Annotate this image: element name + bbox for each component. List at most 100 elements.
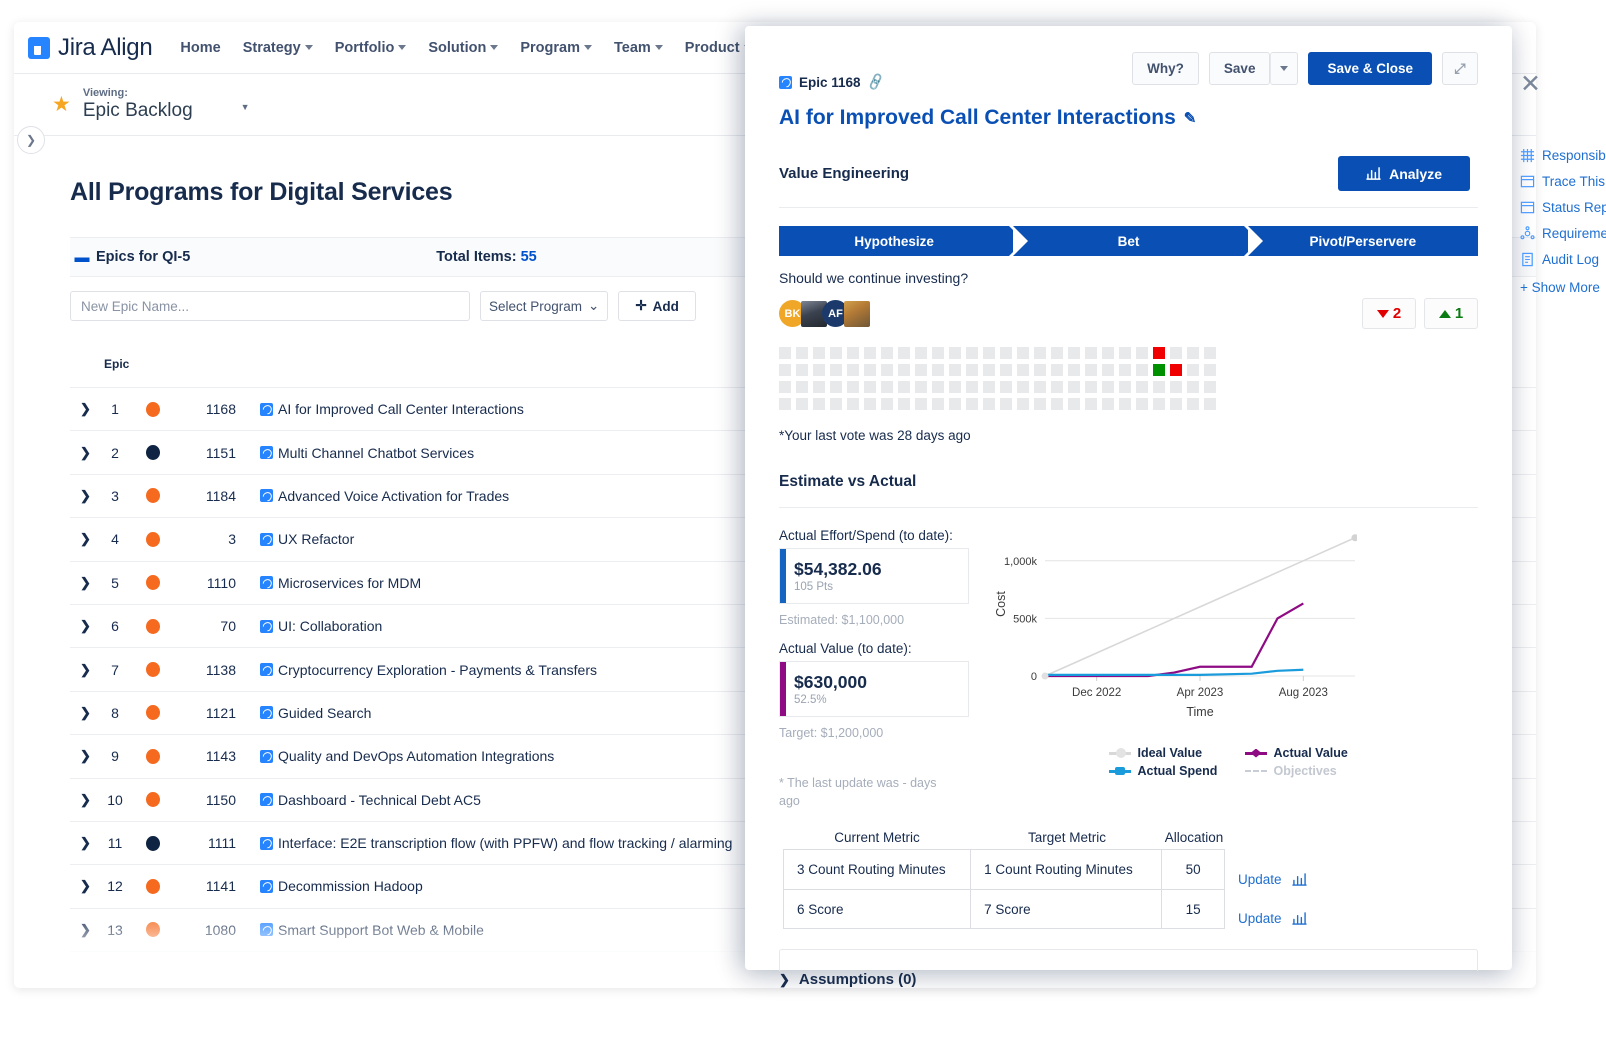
bar-chart-icon[interactable] <box>1292 873 1307 886</box>
heatmap-cell[interactable] <box>898 347 910 359</box>
heatmap-cell[interactable] <box>1204 398 1216 410</box>
heatmap-cell[interactable] <box>966 398 978 410</box>
link-icon[interactable]: 🔗 <box>865 72 886 93</box>
row-expand-icon[interactable]: ❯ <box>70 531 100 547</box>
nav-item-home[interactable]: Home <box>180 40 220 56</box>
nav-item-product[interactable]: Product <box>685 40 752 56</box>
heatmap-cell[interactable] <box>796 347 808 359</box>
row-epic-name[interactable]: Guided Search <box>236 705 371 721</box>
heatmap-cell[interactable] <box>796 364 808 376</box>
heatmap-cell[interactable] <box>1204 347 1216 359</box>
heatmap-cell[interactable] <box>898 381 910 393</box>
row-expand-icon[interactable]: ❯ <box>70 445 100 461</box>
heatmap-cell[interactable] <box>830 381 842 393</box>
heatmap-cell[interactable] <box>1085 381 1097 393</box>
select-program-dropdown[interactable]: Select Program⌄ <box>480 291 608 321</box>
why-button[interactable]: Why? <box>1132 52 1199 85</box>
side-link-status-report[interactable]: Status Report <box>1520 200 1606 215</box>
row-expand-icon[interactable]: ❯ <box>70 618 100 634</box>
metric-update-action[interactable]: Update <box>1238 911 1307 926</box>
metric-update-action[interactable]: Update <box>1238 872 1307 887</box>
stage-pivot-perservere[interactable]: Pivot/Perservere <box>1248 226 1478 256</box>
side-link-audit-log[interactable]: Audit Log <box>1520 252 1606 267</box>
heatmap-cell[interactable] <box>1068 347 1080 359</box>
heatmap-cell[interactable] <box>847 347 859 359</box>
side-link-responsibility-matrix[interactable]: Responsibility Matrix <box>1520 148 1606 163</box>
heatmap-cell[interactable] <box>1085 347 1097 359</box>
heatmap-cell[interactable] <box>881 364 893 376</box>
row-epic-name[interactable]: Cryptocurrency Exploration - Payments & … <box>236 662 597 678</box>
new-epic-name-input[interactable] <box>70 291 470 321</box>
heatmap-cell[interactable] <box>1153 398 1165 410</box>
heatmap-cell[interactable] <box>1051 347 1063 359</box>
heatmap-cell[interactable] <box>932 381 944 393</box>
heatmap-cell[interactable] <box>813 381 825 393</box>
heatmap-cell[interactable] <box>796 398 808 410</box>
heatmap-cell[interactable] <box>983 381 995 393</box>
heatmap-cell[interactable] <box>1187 364 1199 376</box>
heatmap-cell[interactable] <box>881 381 893 393</box>
row-expand-icon[interactable]: ❯ <box>70 662 100 678</box>
heatmap-cell[interactable] <box>932 398 944 410</box>
heatmap-cell[interactable] <box>1017 381 1029 393</box>
heatmap-cell[interactable] <box>1000 381 1012 393</box>
save-dropdown-button[interactable] <box>1270 52 1298 85</box>
nav-item-strategy[interactable]: Strategy <box>243 40 313 56</box>
heatmap-cell[interactable] <box>813 398 825 410</box>
heatmap-cell[interactable] <box>779 347 791 359</box>
heatmap-cell[interactable] <box>949 381 961 393</box>
heatmap-cell[interactable] <box>1119 364 1131 376</box>
close-icon[interactable]: ✕ <box>1520 72 1541 97</box>
heatmap-cell[interactable] <box>1034 347 1046 359</box>
add-epic-button[interactable]: ✛Add <box>618 291 696 321</box>
heatmap-cell[interactable] <box>1187 381 1199 393</box>
heatmap-cell[interactable] <box>847 398 859 410</box>
heatmap-cell[interactable] <box>1017 347 1029 359</box>
row-expand-icon[interactable]: ❯ <box>70 401 100 417</box>
update-link[interactable]: Update <box>1238 911 1282 926</box>
row-epic-name[interactable]: AI for Improved Call Center Interactions <box>236 401 524 417</box>
favorite-star-icon[interactable]: ★ <box>52 92 71 117</box>
stage-bet[interactable]: Bet <box>1013 226 1243 256</box>
heatmap-cell[interactable] <box>813 347 825 359</box>
heatmap-cell[interactable] <box>1102 381 1114 393</box>
heatmap-cell[interactable] <box>1119 398 1131 410</box>
heatmap-cell[interactable] <box>915 381 927 393</box>
heatmap-cell[interactable] <box>1136 364 1148 376</box>
row-expand-icon[interactable]: ❯ <box>70 878 100 894</box>
heatmap-cell[interactable] <box>1017 398 1029 410</box>
heatmap-cell[interactable] <box>1119 347 1131 359</box>
heatmap-cell[interactable] <box>1000 364 1012 376</box>
heatmap-cell[interactable] <box>932 347 944 359</box>
assumptions-section-toggle[interactable]: ❯ Assumptions (0) <box>779 971 1478 988</box>
heatmap-cell[interactable] <box>1085 364 1097 376</box>
row-epic-name[interactable]: UX Refactor <box>236 531 354 547</box>
heatmap-cell[interactable] <box>1068 381 1080 393</box>
heatmap-cell[interactable] <box>1170 381 1182 393</box>
row-expand-icon[interactable]: ❯ <box>70 922 100 938</box>
heatmap-cell[interactable] <box>983 364 995 376</box>
row-expand-icon[interactable]: ❯ <box>70 488 100 504</box>
save-and-close-button[interactable]: Save & Close <box>1308 52 1432 85</box>
edit-pencil-icon[interactable]: ✎ <box>1184 109 1197 127</box>
row-epic-name[interactable]: Multi Channel Chatbot Services <box>236 445 474 461</box>
heatmap-cell[interactable] <box>1119 381 1131 393</box>
expand-button[interactable]: ⤢ <box>1442 52 1478 85</box>
heatmap-cell[interactable] <box>1051 381 1063 393</box>
nav-item-team[interactable]: Team <box>614 40 663 56</box>
row-epic-name[interactable]: Microservices for MDM <box>236 575 421 591</box>
heatmap-cell[interactable] <box>898 398 910 410</box>
heatmap-cell[interactable] <box>983 398 995 410</box>
heatmap-cell[interactable] <box>1017 364 1029 376</box>
row-epic-name[interactable]: Quality and DevOps Automation Integratio… <box>236 748 554 764</box>
heatmap-cell[interactable] <box>1187 398 1199 410</box>
heatmap-cell[interactable] <box>779 364 791 376</box>
heatmap-cell[interactable] <box>847 381 859 393</box>
stage-hypothesize[interactable]: Hypothesize <box>779 226 1009 256</box>
heatmap-cell[interactable] <box>813 364 825 376</box>
heatmap-cell[interactable] <box>915 398 927 410</box>
heatmap-cell[interactable] <box>1102 364 1114 376</box>
downvote-button[interactable]: 2 <box>1362 298 1416 329</box>
heatmap-cell[interactable] <box>1068 364 1080 376</box>
heatmap-cell[interactable] <box>1034 398 1046 410</box>
